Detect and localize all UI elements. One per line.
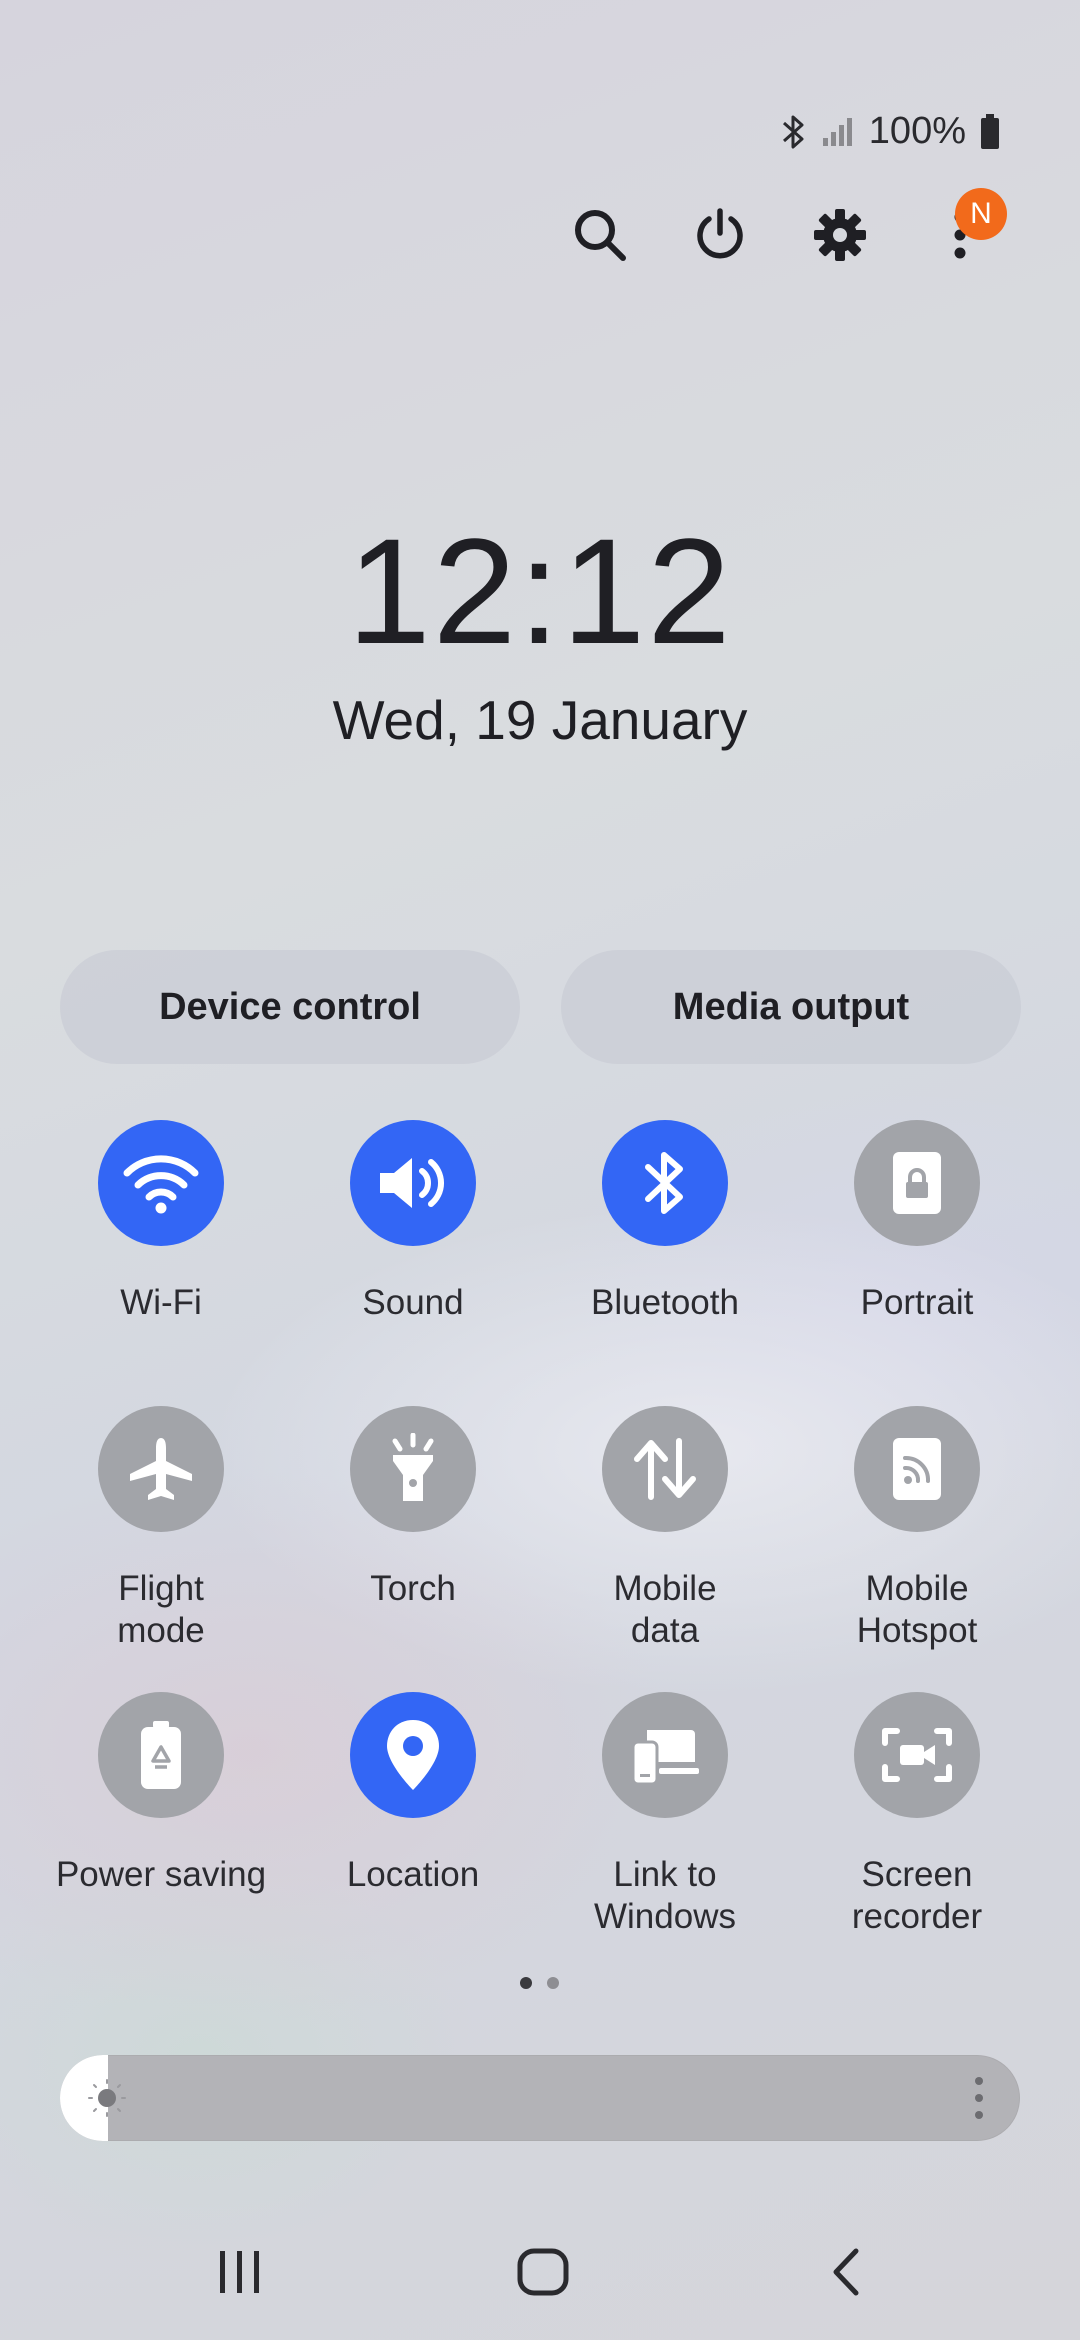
more-dot <box>975 2094 983 2102</box>
more-dot <box>975 2077 983 2085</box>
location-pin-icon <box>387 1720 439 1790</box>
tile-bluetooth-toggle[interactable] <box>602 1120 728 1246</box>
tile-label: Power saving <box>55 1855 267 1894</box>
tile-label: Mobile Hotspot <box>856 1569 978 1650</box>
tile-link-to-windows[interactable]: Link to Windows <box>539 1692 791 1938</box>
tile-mobile-hotspot-toggle[interactable] <box>854 1406 980 1532</box>
tile-flight-mode[interactable]: Flight mode <box>35 1406 287 1652</box>
tile-label: Wi-Fi <box>120 1283 202 1322</box>
brightness-icon <box>88 2079 126 2117</box>
home-button[interactable] <box>510 2240 576 2304</box>
page-indicator-2[interactable] <box>547 1977 559 1989</box>
notification-badge: N <box>955 188 1007 240</box>
search-button[interactable] <box>570 205 630 265</box>
data-arrows-icon <box>634 1438 696 1500</box>
media-output-button[interactable]: Media output <box>561 950 1021 1064</box>
page-indicator-1[interactable] <box>520 1977 532 1989</box>
portrait-lock-icon <box>893 1152 941 1214</box>
tile-screen-recorder-toggle[interactable] <box>854 1692 980 1818</box>
tile-power-saving-toggle[interactable] <box>98 1692 224 1818</box>
recent-apps-button[interactable] <box>210 2240 270 2304</box>
bluetooth-icon <box>645 1152 683 1214</box>
tile-link-to-windows-toggle[interactable] <box>602 1692 728 1818</box>
brightness-slider[interactable] <box>60 2055 1020 2141</box>
tile-label: Sound <box>362 1283 464 1322</box>
tile-label: Link to Windows <box>594 1855 736 1936</box>
tile-label: Portrait <box>860 1283 974 1322</box>
tile-label: Flight mode <box>117 1569 205 1650</box>
back-button[interactable] <box>820 2240 870 2304</box>
tile-bluetooth[interactable]: Bluetooth <box>539 1120 791 1324</box>
tile-location-toggle[interactable] <box>350 1692 476 1818</box>
back-icon <box>833 2248 859 2296</box>
more-dot <box>975 2111 983 2119</box>
tile-sound-toggle[interactable] <box>350 1120 476 1246</box>
hotspot-icon <box>893 1438 941 1500</box>
status-bar: 100% <box>781 110 1000 153</box>
tile-location[interactable]: Location <box>287 1692 539 1896</box>
gear-icon <box>814 209 866 261</box>
airplane-icon <box>130 1438 192 1500</box>
tile-wifi-toggle[interactable] <box>98 1120 224 1246</box>
tile-portrait-toggle[interactable] <box>854 1120 980 1246</box>
tile-label: Location <box>346 1855 480 1894</box>
search-icon <box>575 210 626 261</box>
tile-label: Mobile data <box>613 1569 717 1650</box>
tile-screen-recorder[interactable]: Screen recorder <box>791 1692 1043 1938</box>
clock-date[interactable]: Wed, 19 January <box>0 688 1080 752</box>
power-button[interactable] <box>690 205 750 265</box>
link-windows-icon <box>631 1730 699 1786</box>
tile-power-saving[interactable]: Power saving <box>35 1692 287 1896</box>
speaker-icon <box>380 1158 445 1208</box>
tile-mobile-hotspot[interactable]: Mobile Hotspot <box>791 1406 1043 1652</box>
recent-apps-icon <box>220 2251 259 2293</box>
tile-label: Torch <box>370 1569 456 1608</box>
tile-label: Bluetooth <box>591 1283 739 1322</box>
battery-percentage: 100% <box>868 110 966 152</box>
power-icon <box>697 208 743 259</box>
signal-icon <box>822 117 852 146</box>
home-icon <box>517 2248 569 2296</box>
device-control-button[interactable]: Device control <box>60 950 520 1064</box>
tile-mobile-data[interactable]: Mobile data <box>539 1406 791 1652</box>
tile-flight-mode-toggle[interactable] <box>98 1406 224 1532</box>
flashlight-icon <box>392 1433 434 1501</box>
screen-recorder-icon <box>882 1728 952 1782</box>
tile-torch[interactable]: Torch <box>287 1406 539 1610</box>
battery-saver-icon <box>141 1721 181 1789</box>
wifi-icon <box>123 1155 199 1214</box>
tile-label: Screen recorder <box>851 1855 983 1936</box>
tile-sound[interactable]: Sound <box>287 1120 539 1324</box>
bluetooth-icon <box>782 115 804 148</box>
tile-portrait[interactable]: Portrait <box>791 1120 1043 1324</box>
clock-time[interactable]: 12:12 <box>0 505 1080 678</box>
tile-torch-toggle[interactable] <box>350 1406 476 1532</box>
tile-wifi[interactable]: Wi-Fi <box>35 1120 287 1324</box>
brightness-more-button[interactable] <box>974 2077 984 2119</box>
settings-button[interactable] <box>810 205 870 265</box>
battery-icon <box>981 113 999 149</box>
tile-mobile-data-toggle[interactable] <box>602 1406 728 1532</box>
